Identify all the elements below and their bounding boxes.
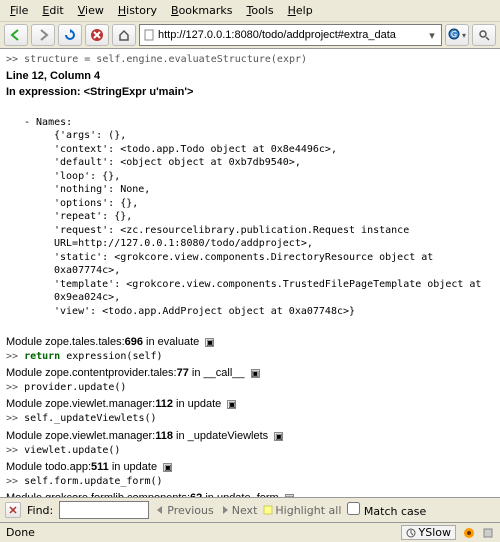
status-text: Done bbox=[6, 526, 35, 539]
addon-icon[interactable] bbox=[482, 527, 494, 539]
names-entry: 'static': <grokcore.view.components.Dire… bbox=[54, 251, 494, 278]
match-case[interactable]: Match case bbox=[347, 502, 426, 518]
url-bar[interactable]: ▾ bbox=[139, 24, 442, 46]
traceback-frame: Module zope.contentprovider.tales:77 in … bbox=[6, 366, 494, 381]
traceback-code: >> viewlet.update() bbox=[6, 444, 494, 458]
traceback-code: >> provider.update() bbox=[6, 381, 494, 395]
home-button[interactable] bbox=[112, 24, 136, 46]
svg-text:G: G bbox=[451, 30, 457, 39]
names-entry: 'nothing': None, bbox=[54, 183, 494, 197]
traceback-frame: Module zope.viewlet.manager:112 in updat… bbox=[6, 397, 494, 412]
names-entry: 'template': <grokcore.view.components.Tr… bbox=[54, 278, 494, 305]
forward-button[interactable] bbox=[31, 24, 55, 46]
menu-tools[interactable]: Tools bbox=[240, 2, 279, 19]
names-entry: 'context': <todo.app.Todo object at 0x8e… bbox=[54, 143, 494, 157]
reload-button[interactable] bbox=[58, 24, 82, 46]
search-go[interactable] bbox=[472, 24, 496, 46]
traceback-frame: Module zope.tales.tales:696 in evaluate▣ bbox=[6, 335, 494, 350]
menu-file[interactable]: File bbox=[4, 2, 34, 19]
search-button[interactable]: G▾ bbox=[445, 24, 469, 46]
menu-help[interactable]: Help bbox=[282, 2, 319, 19]
find-label: Find: bbox=[27, 504, 53, 517]
error-location: Line 12, Column 4 bbox=[6, 69, 494, 84]
traceback-frame: Module todo.app:511 in update▣ bbox=[6, 460, 494, 475]
find-bar: Find: Previous Next Highlight all Match … bbox=[0, 497, 500, 522]
names-entry: 'view': <todo.app.AddProject object at 0… bbox=[54, 305, 494, 319]
trace-pre-line: >> structure = self.engine.evaluateStruc… bbox=[6, 53, 494, 67]
url-input[interactable] bbox=[158, 29, 423, 41]
menu-bookmarks[interactable]: Bookmarks bbox=[165, 2, 238, 19]
names-header: - Names: bbox=[24, 116, 494, 130]
traceback-frame: Module zope.viewlet.manager:118 in _upda… bbox=[6, 429, 494, 444]
status-bar: Done YSlow bbox=[0, 522, 500, 542]
names-entry: 'loop': {}, bbox=[54, 170, 494, 184]
find-input[interactable] bbox=[59, 501, 149, 519]
menu-history[interactable]: History bbox=[112, 2, 163, 19]
traceback-code: >> return expression(self) bbox=[6, 350, 494, 364]
error-expression: In expression: <StringExpr u'main'> bbox=[6, 85, 494, 100]
names-entry: {'args': (}, bbox=[54, 129, 494, 143]
expand-icon[interactable]: ▣ bbox=[205, 338, 214, 347]
names-entry: 'options': {}, bbox=[54, 197, 494, 211]
expand-icon[interactable]: ▣ bbox=[227, 400, 236, 409]
menu-edit[interactable]: Edit bbox=[36, 2, 69, 19]
firebug-icon[interactable] bbox=[462, 526, 476, 540]
traceback-code: >> self._updateViewlets() bbox=[6, 412, 494, 426]
menu-view[interactable]: View bbox=[72, 2, 110, 19]
names-entry: 'repeat': {}, bbox=[54, 210, 494, 224]
traceback-code: >> self.form.update_form() bbox=[6, 475, 494, 489]
page-content: >> structure = self.engine.evaluateStruc… bbox=[0, 49, 500, 497]
expand-icon[interactable]: ▣ bbox=[163, 463, 172, 472]
findbar-close[interactable] bbox=[5, 502, 21, 518]
nav-toolbar: ▾ G▾ bbox=[0, 22, 500, 49]
find-previous[interactable]: Previous bbox=[155, 504, 214, 517]
stop-button[interactable] bbox=[85, 24, 109, 46]
menubar: File Edit View History Bookmarks Tools H… bbox=[0, 0, 500, 22]
yslow-button[interactable]: YSlow bbox=[401, 525, 456, 540]
page-icon bbox=[143, 29, 155, 41]
names-entry: 'default': <object object at 0xb7db9540>… bbox=[54, 156, 494, 170]
url-dropdown[interactable]: ▾ bbox=[426, 29, 438, 42]
find-next[interactable]: Next bbox=[220, 504, 258, 517]
find-highlight[interactable]: Highlight all bbox=[263, 504, 341, 517]
names-entry: 'request': <zc.resourcelibrary.publicati… bbox=[54, 224, 494, 251]
back-button[interactable] bbox=[4, 24, 28, 46]
expand-icon[interactable]: ▣ bbox=[274, 432, 283, 441]
expand-icon[interactable]: ▣ bbox=[251, 369, 260, 378]
